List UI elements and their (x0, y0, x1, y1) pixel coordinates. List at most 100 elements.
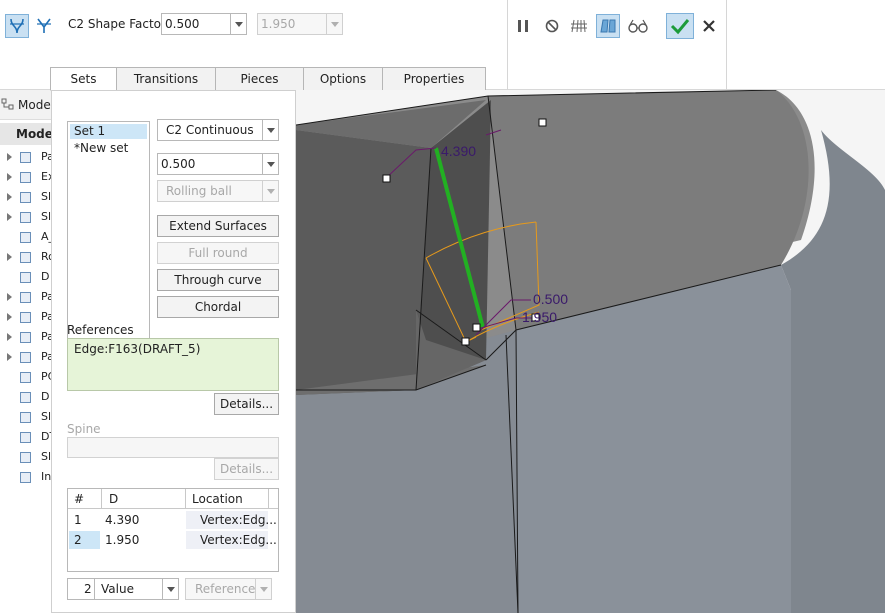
value-selector[interactable]: 2 Value (67, 578, 179, 600)
chevron-down-icon (230, 14, 246, 34)
feature-icon (20, 232, 31, 243)
tree-item[interactable]: A_ (0, 227, 54, 247)
round-mode-icon[interactable] (5, 14, 29, 38)
mesh-preview-icon[interactable] (567, 14, 591, 38)
continuity-dropdown[interactable]: C2 Continuous (157, 119, 279, 141)
tree-column-header: Model (0, 123, 57, 145)
feature-icon (20, 352, 31, 363)
expand-icon[interactable] (7, 333, 12, 341)
sets-panel: Set 1 *New set C2 Continuous 0.500 Rolli… (51, 90, 296, 613)
tree-item[interactable]: Ro (0, 247, 55, 267)
shape-factor-label: C2 Shape Factor (68, 17, 166, 31)
tree-item[interactable]: In (0, 467, 51, 487)
expand-icon[interactable] (7, 153, 12, 161)
table-row[interactable]: 1 4.390 Vertex:Edg... (68, 510, 278, 530)
chevron-down-icon (162, 579, 178, 599)
feature-icon (20, 392, 31, 403)
tree-item[interactable]: Sl (0, 207, 51, 227)
expand-icon[interactable] (7, 193, 12, 201)
tree-item-label: Sl (41, 210, 52, 223)
reference-dropdown[interactable]: Reference (185, 578, 272, 600)
no-preview-icon[interactable] (540, 14, 564, 38)
set-item[interactable]: Set 1 (74, 124, 105, 138)
tree-item[interactable]: D (0, 267, 51, 287)
factor-dropdown[interactable]: 0.500 (157, 153, 279, 175)
cancel-x-icon[interactable] (697, 14, 721, 38)
tree-item[interactable]: Pa (0, 287, 54, 307)
set-item-new[interactable]: *New set (74, 141, 128, 155)
expand-icon[interactable] (7, 293, 12, 301)
col-header-location: Location (192, 492, 243, 506)
chordal-button[interactable]: Chordal (157, 296, 279, 318)
attached-preview-icon[interactable] (596, 14, 620, 38)
spine-collector[interactable] (67, 437, 279, 458)
extend-surfaces-button[interactable]: Extend Surfaces (157, 215, 279, 237)
dimension-label-3[interactable]: 1.950 (522, 309, 557, 325)
tree-item[interactable]: D (0, 387, 51, 407)
expand-icon[interactable] (7, 313, 12, 321)
drag-handle[interactable] (538, 118, 547, 127)
tree-item[interactable]: Sl (0, 447, 51, 467)
drag-handle[interactable] (382, 174, 391, 183)
glasses-icon[interactable] (626, 14, 650, 38)
expand-icon[interactable] (7, 173, 12, 181)
chevron-down-icon (262, 181, 278, 201)
tree-item[interactable]: Pa (0, 147, 54, 167)
tree-item[interactable]: Pa (0, 307, 54, 327)
tab-pieces[interactable]: Pieces (215, 67, 304, 91)
tree-tab-header: Mode (0, 90, 51, 120)
references-label: References (67, 323, 134, 337)
separator (726, 0, 727, 90)
dimension-table: # D Location 1 4.390 Vertex:Edg... 2 1.9… (67, 488, 279, 572)
tree-item[interactable]: Sl (0, 187, 51, 207)
feature-icon (20, 452, 31, 463)
ok-check-icon[interactable] (666, 13, 694, 39)
spine-label: Spine (67, 422, 101, 436)
chamfer-mode-icon[interactable] (32, 14, 56, 38)
tree-item[interactable]: Pa (0, 327, 54, 347)
spine-details-button[interactable]: Details... (214, 458, 279, 480)
table-row[interactable]: 2 1.950 Vertex:Edg... (68, 530, 278, 550)
dimension-label-2[interactable]: 0.500 (533, 291, 568, 307)
drag-handle[interactable] (461, 337, 470, 346)
pause-icon[interactable] (511, 14, 535, 38)
second-value-dropdown[interactable]: 1.950 (257, 13, 343, 35)
feature-icon (20, 312, 31, 323)
expand-icon[interactable] (7, 353, 12, 361)
expand-icon[interactable] (7, 213, 12, 221)
tab-properties[interactable]: Properties (382, 67, 486, 91)
model-tree: Mode Model Pa Ex Sl Sl A_ Ro D Pa Pa Pa Pa PC D Sl DT S… (0, 90, 57, 613)
dimension-label-1[interactable]: 4.390 (441, 143, 476, 159)
feature-icon (20, 152, 31, 163)
tree-item[interactable]: Ex (0, 167, 54, 187)
tab-sets[interactable]: Sets (50, 67, 117, 91)
tree-item[interactable]: PC (0, 367, 55, 387)
separator (507, 0, 508, 90)
chevron-down-icon (326, 14, 342, 34)
full-round-button[interactable]: Full round (157, 242, 279, 264)
tree-item[interactable]: DT (0, 427, 56, 447)
tab-transitions[interactable]: Transitions (116, 67, 216, 91)
tree-item[interactable]: Sl (0, 407, 51, 427)
graphics-viewport[interactable]: 4.390 0.500 1.950 (296, 90, 885, 613)
reference-value: Edge:F163(DRAFT_5) (74, 342, 201, 356)
expand-icon[interactable] (7, 253, 12, 261)
method-dropdown[interactable]: Rolling ball (157, 180, 279, 202)
tree-tab-label[interactable]: Mode (18, 98, 51, 112)
feature-icon (20, 412, 31, 423)
feature-icon (20, 212, 31, 223)
tree-item-label: Sl (41, 190, 52, 203)
chevron-down-icon (262, 154, 278, 174)
through-curve-button[interactable]: Through curve (157, 269, 279, 291)
chevron-down-icon (262, 120, 278, 140)
tree-item-label: Sl (41, 410, 52, 423)
feature-icon (20, 432, 31, 443)
shape-factor-dropdown[interactable]: 0.500 (161, 13, 247, 35)
references-details-button[interactable]: Details... (214, 393, 279, 415)
drag-handle[interactable] (472, 323, 481, 332)
tab-options[interactable]: Options (303, 67, 383, 91)
tree-item[interactable]: Pa (0, 347, 54, 367)
references-collector[interactable]: Edge:F163(DRAFT_5) (67, 338, 279, 391)
tree-item-label: In (41, 470, 52, 483)
col-header-d: D (109, 492, 119, 506)
